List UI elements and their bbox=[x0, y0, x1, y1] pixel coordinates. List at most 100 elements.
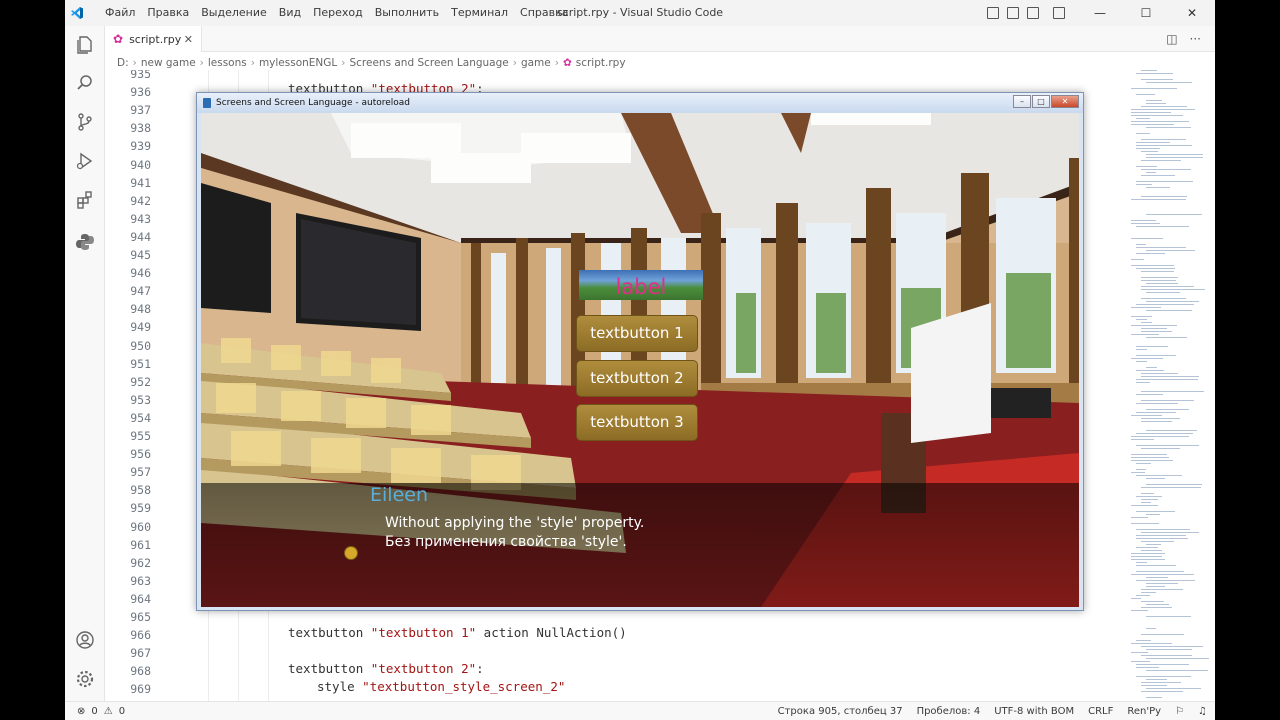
menu-help[interactable]: Справка bbox=[514, 0, 574, 26]
minimap-line bbox=[1146, 367, 1157, 368]
breadcrumb-item[interactable]: new game bbox=[141, 57, 196, 69]
toggle-panel-icon[interactable] bbox=[1007, 7, 1019, 19]
extensions-icon[interactable] bbox=[73, 188, 97, 212]
code-line[interactable]: style "textbutton_style_screen_2" bbox=[317, 679, 565, 694]
line-number: 940 bbox=[130, 157, 151, 172]
minimap-line bbox=[1136, 355, 1176, 356]
textbutton-3[interactable]: textbutton 3 bbox=[576, 404, 698, 441]
menu-selection[interactable]: Выделение bbox=[195, 0, 273, 26]
run-debug-icon[interactable] bbox=[73, 149, 97, 173]
minimap-line bbox=[1131, 598, 1141, 599]
cursor-position[interactable]: Строка 905, столбец 37 bbox=[778, 706, 903, 717]
code-rest: : bbox=[476, 661, 484, 676]
python-icon[interactable] bbox=[73, 230, 97, 254]
code-string: "textbutton_style_screen_2" bbox=[362, 679, 566, 694]
breadcrumb-item[interactable]: script.rpy bbox=[576, 57, 626, 69]
minimap[interactable] bbox=[1125, 70, 1215, 701]
line-number: 961 bbox=[130, 537, 151, 552]
breadcrumb-item[interactable]: lessons bbox=[208, 57, 247, 69]
line-number: 962 bbox=[130, 555, 151, 570]
minimap-line bbox=[1141, 601, 1164, 602]
minimap-line bbox=[1141, 682, 1181, 683]
warning-count: 0 bbox=[118, 705, 126, 717]
menu-go[interactable]: Переход bbox=[307, 0, 369, 26]
minimap-line bbox=[1131, 436, 1189, 437]
minimap-line bbox=[1131, 358, 1163, 359]
minimap-line bbox=[1141, 298, 1186, 299]
search-icon[interactable] bbox=[73, 71, 97, 95]
line-number: 969 bbox=[130, 682, 151, 697]
minimap-line bbox=[1131, 112, 1171, 113]
minimap-line bbox=[1141, 589, 1183, 590]
toggle-secondary-sidebar-icon[interactable] bbox=[1027, 7, 1039, 19]
minimap-line bbox=[1141, 634, 1184, 635]
split-editor-icon[interactable]: ◫ bbox=[1166, 32, 1177, 46]
minimap-line bbox=[1146, 157, 1203, 158]
toggle-primary-sidebar-icon[interactable] bbox=[987, 7, 999, 19]
code-line[interactable]: textbutton "textbutton 2": bbox=[288, 661, 484, 676]
minimap-line bbox=[1131, 199, 1186, 200]
more-actions-icon[interactable]: ··· bbox=[1190, 32, 1201, 46]
error-count: 0 bbox=[91, 705, 98, 717]
game-minimize-button[interactable]: – bbox=[1013, 95, 1031, 108]
window-controls: — ☐ ✕ bbox=[1077, 0, 1215, 26]
minimap-line bbox=[1131, 109, 1195, 110]
menu-view[interactable]: Вид bbox=[273, 0, 307, 26]
minimap-line bbox=[1136, 511, 1175, 512]
language-mode[interactable]: Ren'Py bbox=[1127, 706, 1161, 717]
notifications-bell-icon[interactable]: ♫ bbox=[1198, 706, 1207, 717]
minimap-line bbox=[1131, 88, 1177, 89]
line-endings[interactable]: CRLF bbox=[1088, 706, 1113, 717]
indentation[interactable]: Пробелов: 4 bbox=[917, 706, 981, 717]
minimap-line bbox=[1131, 115, 1183, 116]
minimap-line bbox=[1146, 658, 1209, 659]
minimap-line bbox=[1141, 280, 1176, 281]
problems-indicator[interactable]: ⊗ 0 ⚠ 0 bbox=[65, 706, 125, 717]
chevron-right-icon: › bbox=[199, 57, 204, 69]
game-maximize-button[interactable]: □ bbox=[1032, 95, 1050, 108]
source-control-icon[interactable] bbox=[73, 110, 97, 134]
warning-icon: ⚠ bbox=[103, 705, 113, 717]
dialogue-box[interactable] bbox=[201, 483, 1079, 607]
textbutton-2[interactable]: textbutton 2 bbox=[576, 360, 698, 397]
file-encoding[interactable]: UTF-8 with BOM bbox=[994, 706, 1074, 717]
game-close-button[interactable]: ✕ bbox=[1051, 95, 1079, 108]
breadcrumb-item[interactable]: mylessonENGL bbox=[259, 57, 337, 69]
minimap-line bbox=[1131, 556, 1162, 557]
speaker-name: Eileen bbox=[370, 484, 428, 506]
minimap-line bbox=[1141, 286, 1194, 287]
breadcrumb-item[interactable]: game bbox=[521, 57, 551, 69]
minimap-line bbox=[1146, 430, 1197, 431]
minimap-line bbox=[1136, 133, 1150, 134]
close-button[interactable]: ✕ bbox=[1169, 0, 1215, 26]
line-number: 956 bbox=[130, 447, 151, 462]
minimap-line bbox=[1146, 172, 1156, 173]
menu-run[interactable]: Выполнить bbox=[369, 0, 445, 26]
breadcrumb-item[interactable]: Screens and Screen Language bbox=[349, 57, 508, 69]
minimap-line bbox=[1146, 250, 1195, 251]
minimap-line bbox=[1136, 304, 1194, 305]
menu-edit[interactable]: Правка bbox=[141, 0, 195, 26]
game-window-title: Screens and Screen Language - autoreload bbox=[216, 98, 411, 108]
settings-gear-icon[interactable] bbox=[73, 667, 97, 691]
account-icon[interactable] bbox=[73, 628, 97, 652]
textbutton-1[interactable]: textbutton 1 bbox=[576, 315, 698, 352]
minimap-line bbox=[1131, 472, 1145, 473]
minimap-line bbox=[1141, 70, 1157, 71]
tab-script-rpy[interactable]: ✿ script.rpy ✕ bbox=[105, 26, 202, 52]
minimap-line bbox=[1146, 103, 1166, 104]
minimap-line bbox=[1136, 535, 1186, 536]
code-line[interactable]: textbutton "textbutton 1" action NullAct… bbox=[288, 625, 627, 640]
minimize-button[interactable]: — bbox=[1077, 0, 1123, 26]
customize-layout-icon[interactable] bbox=[1053, 7, 1065, 19]
minimap-line bbox=[1136, 361, 1147, 362]
maximize-button[interactable]: ☐ bbox=[1123, 0, 1169, 26]
feedback-icon[interactable]: ⚐ bbox=[1175, 706, 1184, 717]
game-scene[interactable]: label textbutton 1 textbutton 2 textbutt… bbox=[201, 113, 1079, 607]
menu-file[interactable]: Файл bbox=[99, 0, 141, 26]
files-icon[interactable] bbox=[73, 33, 97, 57]
tab-close-icon[interactable]: ✕ bbox=[184, 33, 193, 46]
minimap-line bbox=[1146, 409, 1189, 410]
menu-terminal[interactable]: Терминал bbox=[445, 0, 514, 26]
breadcrumb-item[interactable]: D: bbox=[117, 57, 129, 69]
